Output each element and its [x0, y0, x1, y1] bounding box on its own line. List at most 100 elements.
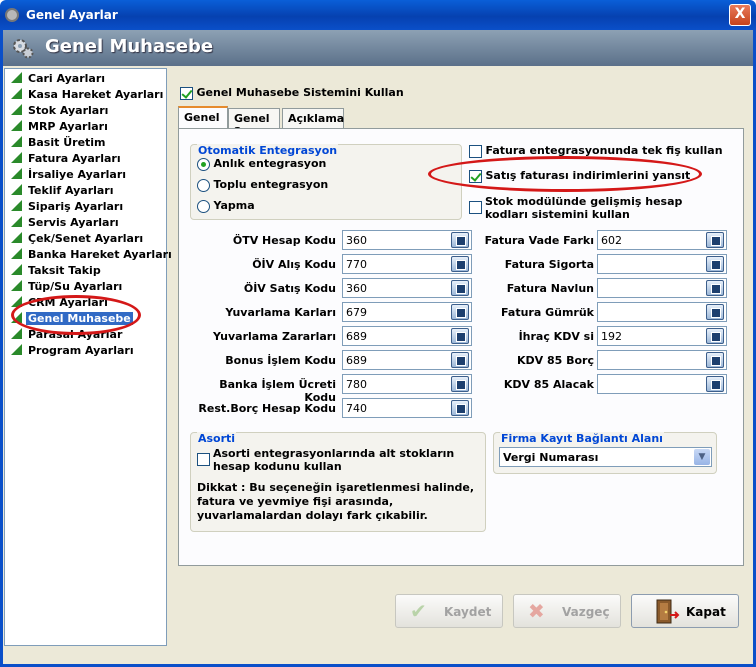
bonus-value: 689: [346, 354, 367, 367]
asorti-check[interactable]: [197, 453, 210, 466]
sidebar-item-program[interactable]: Program Ayarları: [11, 343, 136, 358]
ihrac-kdv-input[interactable]: 192: [597, 326, 727, 346]
kdv85-alacak-input[interactable]: [597, 374, 727, 394]
sidebar-item-servis[interactable]: Servis Ayarları: [11, 215, 121, 230]
cancel-button[interactable]: ✖ Vazgeç: [513, 594, 621, 628]
radio-toplu-circle[interactable]: [197, 178, 210, 192]
radio-anlik[interactable]: Anlık entegrasyon: [197, 157, 326, 171]
use-system-checkbox[interactable]: Genel Muhasebe Sistemini Kullan: [180, 86, 404, 100]
sidebar-item-mrp[interactable]: MRP Ayarları: [11, 119, 110, 134]
tree-node-icon: [11, 328, 22, 339]
oiv-satis-input[interactable]: 360: [342, 278, 472, 298]
sidebar-item-siparis[interactable]: Sipariş Ayarları: [11, 199, 125, 214]
save-button[interactable]: ✔ Kaydet: [395, 594, 503, 628]
close-button-label: Kapat: [686, 605, 726, 619]
yuv-zarar-input[interactable]: 689: [342, 326, 472, 346]
radio-toplu-label: Toplu entegrasyon: [213, 178, 329, 191]
lookup-icon[interactable]: [451, 280, 469, 296]
window-title: Genel Ayarlar: [26, 8, 118, 22]
sidebar-item-tup-su[interactable]: Tüp/Su Ayarları: [11, 279, 124, 294]
asorti-note: Dikkat : Bu seçeneğin işaretlenmesi hali…: [197, 481, 475, 522]
tek-fis-check[interactable]: [469, 144, 482, 158]
bonus-input[interactable]: 689: [342, 350, 472, 370]
vade-farki-input[interactable]: 602: [597, 230, 727, 250]
lookup-icon[interactable]: [706, 280, 724, 296]
field-label-kdv85-alacak: KDV 85 Alacak: [503, 378, 594, 391]
oiv-alis-input[interactable]: 770: [342, 254, 472, 274]
banka-islem-value: 780: [346, 378, 367, 391]
auto-integration-title: Otomatik Entegrasyon: [197, 144, 339, 157]
gumruk-input[interactable]: [597, 302, 727, 322]
lookup-icon[interactable]: [451, 400, 469, 416]
firma-select[interactable]: Vergi Numarası ▼: [499, 447, 712, 467]
close-button[interactable]: Kapat: [631, 594, 739, 628]
sidebar-item-stok[interactable]: Stok Ayarları: [11, 103, 110, 118]
field-label-yuv-kar: Yuvarlama Karları: [225, 306, 336, 319]
lookup-icon[interactable]: [706, 232, 724, 248]
tree-node-icon: [11, 152, 22, 163]
radio-anlik-circle[interactable]: [197, 157, 210, 171]
chevron-down-icon[interactable]: ▼: [694, 449, 710, 465]
field-label-gumruk: Fatura Gümrük: [501, 306, 594, 319]
tree-node-icon: [11, 104, 22, 115]
tab-genel[interactable]: Genel: [178, 106, 228, 129]
tree-node-icon: [11, 344, 22, 355]
lookup-icon[interactable]: [706, 328, 724, 344]
field-label-yuv-zarar: Yuvarlama Zararları: [213, 330, 336, 343]
banka-islem-input[interactable]: 780: [342, 374, 472, 394]
field-label-bonus: Bonus İşlem Kodu: [225, 354, 336, 367]
lookup-icon[interactable]: [451, 376, 469, 392]
gelismis-hesap-checkbox[interactable]: Stok modülünde gelişmiş hesap kodları si…: [469, 195, 719, 221]
title-bar: Genel Ayarlar X: [0, 0, 756, 30]
tree-node-icon: [11, 232, 22, 243]
lookup-icon[interactable]: [451, 304, 469, 320]
sidebar-item-cari[interactable]: Cari Ayarları: [11, 71, 107, 86]
lookup-icon[interactable]: [451, 232, 469, 248]
lookup-icon[interactable]: [451, 352, 469, 368]
sidebar-item-cek-senet[interactable]: Çek/Senet Ayarları: [11, 231, 145, 246]
radio-yapma[interactable]: Yapma: [197, 199, 255, 213]
sidebar-item-taksit-takip[interactable]: Taksit Takip: [11, 263, 103, 278]
radio-anlik-label: Anlık entegrasyon: [213, 157, 327, 170]
radio-toplu[interactable]: Toplu entegrasyon: [197, 178, 328, 192]
highlight-ellipse: [428, 156, 702, 192]
header-title: Genel Muhasebe: [45, 36, 214, 57]
tree-node-icon: [11, 120, 22, 131]
otv-hesap-value: 360: [346, 234, 367, 247]
field-label-navlun: Fatura Navlun: [506, 282, 594, 295]
gelismis-hesap-check[interactable]: [469, 201, 482, 214]
lookup-icon[interactable]: [451, 328, 469, 344]
navlun-input[interactable]: [597, 278, 727, 298]
asorti-group: Asorti Asorti entegrasyonlarında alt sto…: [190, 432, 486, 532]
field-label-ihrac-kdv: İhraç KDV si: [518, 330, 594, 343]
asorti-title: Asorti: [197, 432, 237, 445]
tab-aciklama[interactable]: Açıklama: [282, 108, 344, 128]
otv-hesap-input[interactable]: 360: [342, 230, 472, 250]
sidebar-item-kasa-hareket[interactable]: Kasa Hareket Ayarları: [11, 87, 165, 102]
firma-group: Firma Kayıt Bağlantı Alanı Vergi Numaras…: [493, 432, 717, 474]
sidebar-item-basit-uretim[interactable]: Basit Üretim: [11, 135, 108, 150]
sidebar-item-fatura[interactable]: Fatura Ayarları: [11, 151, 123, 166]
yuv-kar-input[interactable]: 679: [342, 302, 472, 322]
kdv85-borc-input[interactable]: [597, 350, 727, 370]
sidebar-item-irsaliye[interactable]: İrsaliye Ayarları: [11, 167, 128, 182]
highlight-ellipse: [11, 295, 141, 335]
radio-yapma-circle[interactable]: [197, 199, 210, 213]
asorti-checkbox[interactable]: Asorti entegrasyonlarında alt stokların …: [197, 447, 481, 473]
field-label-vade-farki: Fatura Vade Farkı: [484, 234, 594, 247]
tab-genel-2[interactable]: Genel 2: [228, 108, 280, 138]
auto-integration-group: Otomatik Entegrasyon Anlık entegrasyon T…: [190, 144, 462, 220]
lookup-icon[interactable]: [706, 352, 724, 368]
lookup-icon[interactable]: [451, 256, 469, 272]
sidebar-item-teklif[interactable]: Teklif Ayarları: [11, 183, 116, 198]
lookup-icon[interactable]: [706, 376, 724, 392]
field-label-oiv-alis: ÖİV Alış Kodu: [252, 258, 336, 271]
oiv-alis-value: 770: [346, 258, 367, 271]
lookup-icon[interactable]: [706, 304, 724, 320]
lookup-icon[interactable]: [706, 256, 724, 272]
close-window-button[interactable]: X: [729, 4, 751, 26]
rest-borc-input[interactable]: 740: [342, 398, 472, 418]
sidebar-item-banka-hareket[interactable]: Banka Hareket Ayarları: [11, 247, 174, 262]
use-system-check[interactable]: [180, 86, 193, 100]
sigorta-input[interactable]: [597, 254, 727, 274]
